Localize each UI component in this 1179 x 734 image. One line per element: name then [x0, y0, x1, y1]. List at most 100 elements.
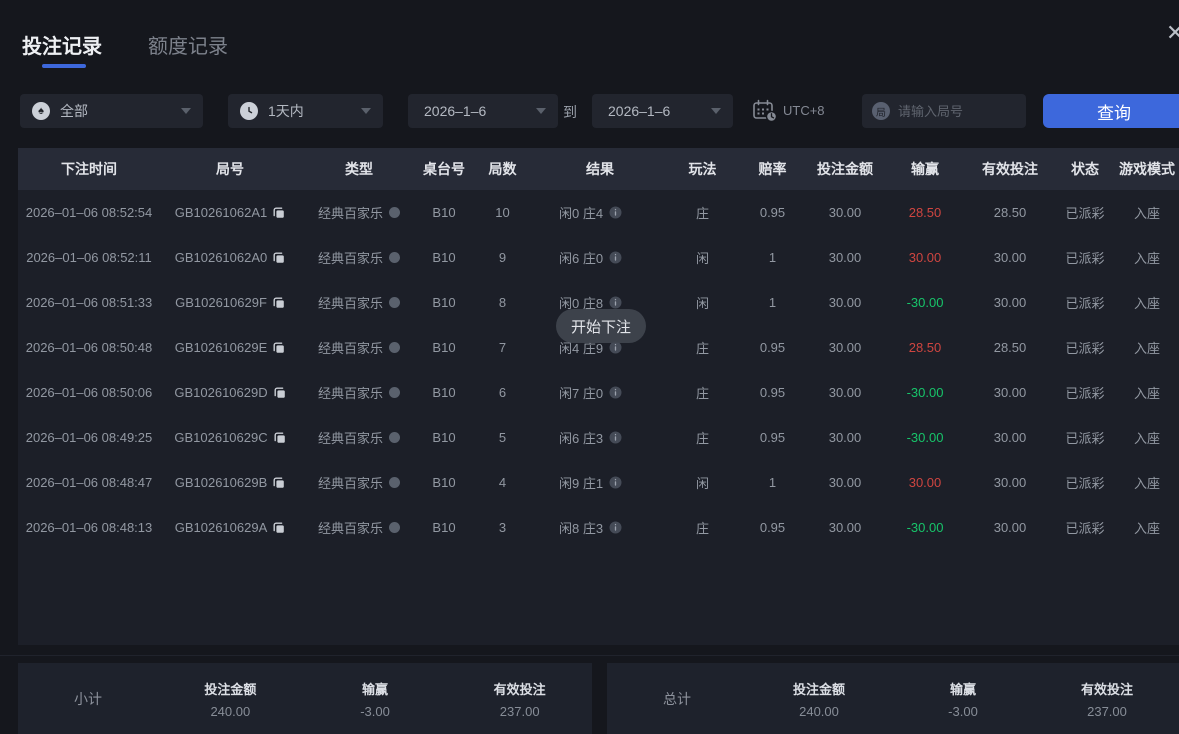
- copy-icon[interactable]: [274, 432, 286, 444]
- table-no: B10: [432, 430, 456, 445]
- calendar-clock-icon: [752, 99, 778, 128]
- status: 已派彩: [1065, 386, 1105, 401]
- type-name: 经典百家乐: [317, 476, 383, 491]
- copy-icon[interactable]: [273, 297, 285, 309]
- date-to-value: 2026–1–6: [608, 103, 671, 119]
- info-icon[interactable]: [609, 206, 622, 219]
- info-icon[interactable]: [609, 386, 622, 399]
- round-no: 7: [498, 340, 507, 355]
- close-icon[interactable]: ✕: [1166, 20, 1179, 46]
- column-header-4: 局数: [488, 161, 517, 177]
- type-name: 经典百家乐: [317, 296, 383, 311]
- type-info-icon: [389, 522, 400, 533]
- info-icon[interactable]: [609, 296, 622, 309]
- play: 庄: [695, 521, 709, 536]
- play: 庄: [695, 431, 709, 446]
- bet-amount: 30.00: [828, 250, 862, 265]
- type-info-icon: [389, 432, 400, 443]
- round-no: 10: [495, 205, 510, 220]
- odds: 1: [768, 250, 777, 265]
- betting-records-table: 下注时间 局号 类型 桌台号 局数 结果 玩法 赔率 投注金额 输赢 有效投注 状态 游戏模式 2026…: [18, 148, 1179, 550]
- column-header-5: 结果: [586, 161, 614, 177]
- bet-time: 2026–01–06 08:52:54: [25, 205, 153, 220]
- result-text: 闲8 庄3: [559, 521, 604, 536]
- bet-amount: 30.00: [828, 205, 862, 220]
- copy-icon[interactable]: [273, 477, 285, 489]
- win-amount: 30.00: [908, 250, 942, 265]
- round-search-field[interactable]: 局: [862, 94, 1026, 128]
- table-no: B10: [432, 205, 456, 220]
- play: 闲: [695, 476, 709, 491]
- chevron-down-icon: [181, 108, 191, 114]
- round-search-input[interactable]: [898, 103, 1008, 119]
- tab-betting-records[interactable]: 投注记录: [22, 30, 102, 59]
- column-header-1: 局号: [216, 161, 244, 177]
- date-from-picker[interactable]: 2026–1–6: [408, 94, 558, 128]
- column-header-3: 桌台号: [423, 161, 465, 177]
- bet-time: 2026–01–06 08:49:25: [25, 430, 153, 445]
- table-row: 2026–01–06 08:50:06 GB102610629D 经典百家乐 B…: [18, 370, 1179, 415]
- status: 已派彩: [1065, 206, 1105, 221]
- copy-icon[interactable]: [274, 387, 286, 399]
- type-info-icon: [389, 252, 400, 263]
- odds: 1: [768, 475, 777, 490]
- bet-time: 2026–01–06 08:48:47: [25, 475, 153, 490]
- tab-bar: 投注记录 额度记录: [22, 30, 228, 59]
- round-no: 5: [498, 430, 507, 445]
- to-label: 到: [563, 104, 577, 120]
- round-id: GB102610629B: [174, 475, 268, 490]
- game-type-dropdown[interactable]: ♠ 全部: [20, 94, 203, 128]
- table-row: 2026–01–06 08:52:54 GB10261062A1 经典百家乐 B…: [18, 190, 1179, 235]
- date-to-picker[interactable]: 2026–1–6: [592, 94, 733, 128]
- mode: 入座: [1133, 386, 1160, 401]
- win-amount: -30.00: [906, 295, 944, 310]
- betting-records-panel: 下注时间 局号 类型 桌台号 局数 结果 玩法 赔率 投注金额 输赢 有效投注 状态 游戏模式 2026…: [18, 148, 1179, 645]
- total-win-loss: 输赢 -3.00: [948, 681, 978, 719]
- chevron-down-icon: [711, 108, 721, 114]
- bet-time: 2026–01–06 08:52:11: [26, 250, 152, 265]
- table-no: B10: [432, 475, 456, 490]
- info-icon[interactable]: [609, 431, 622, 444]
- valid-bet: 30.00: [993, 385, 1027, 400]
- search-button[interactable]: 查询: [1043, 94, 1179, 128]
- info-icon[interactable]: [609, 476, 622, 489]
- table-no: B10: [432, 340, 456, 355]
- mode: 入座: [1133, 296, 1160, 311]
- type-info-icon: [389, 477, 400, 488]
- type-info-icon: [389, 387, 400, 398]
- subtotal-label: 小计: [74, 690, 102, 707]
- win-amount: 28.50: [908, 340, 942, 355]
- round-id: GB102610629C: [174, 430, 268, 445]
- round-no: 4: [498, 475, 507, 490]
- mode: 入座: [1133, 341, 1160, 356]
- copy-icon[interactable]: [273, 342, 285, 354]
- win-amount: -30.00: [906, 430, 944, 445]
- copy-icon[interactable]: [273, 252, 285, 264]
- odds: 1: [768, 295, 777, 310]
- table-row: 2026–01–06 08:52:11 GB10261062A0 经典百家乐 B…: [18, 235, 1179, 280]
- column-header-9: 输赢: [911, 161, 939, 177]
- valid-bet: 30.00: [993, 430, 1027, 445]
- play: 闲: [695, 296, 709, 311]
- mode: 入座: [1133, 476, 1160, 491]
- info-icon[interactable]: [609, 251, 622, 264]
- time-range-dropdown[interactable]: 1天内: [228, 94, 383, 128]
- active-tab-underline: [42, 64, 86, 68]
- column-header-6: 玩法: [688, 161, 717, 177]
- timezone-label: UTC+8: [783, 103, 825, 118]
- time-range-value: 1天内: [268, 103, 304, 119]
- round-no: 9: [498, 250, 507, 265]
- bet-amount: 30.00: [828, 430, 862, 445]
- bet-amount: 30.00: [828, 340, 862, 355]
- round-id: GB102610629A: [174, 520, 268, 535]
- copy-icon[interactable]: [273, 522, 285, 534]
- info-icon[interactable]: [609, 521, 622, 534]
- summary-divider: [0, 655, 1179, 656]
- copy-icon[interactable]: [273, 207, 285, 219]
- valid-bet: 28.50: [993, 340, 1027, 355]
- table-no: B10: [432, 250, 456, 265]
- bet-amount: 30.00: [828, 520, 862, 535]
- play: 闲: [695, 251, 709, 266]
- tab-quota-records[interactable]: 额度记录: [148, 30, 228, 59]
- bet-time: 2026–01–06 08:51:33: [25, 295, 153, 310]
